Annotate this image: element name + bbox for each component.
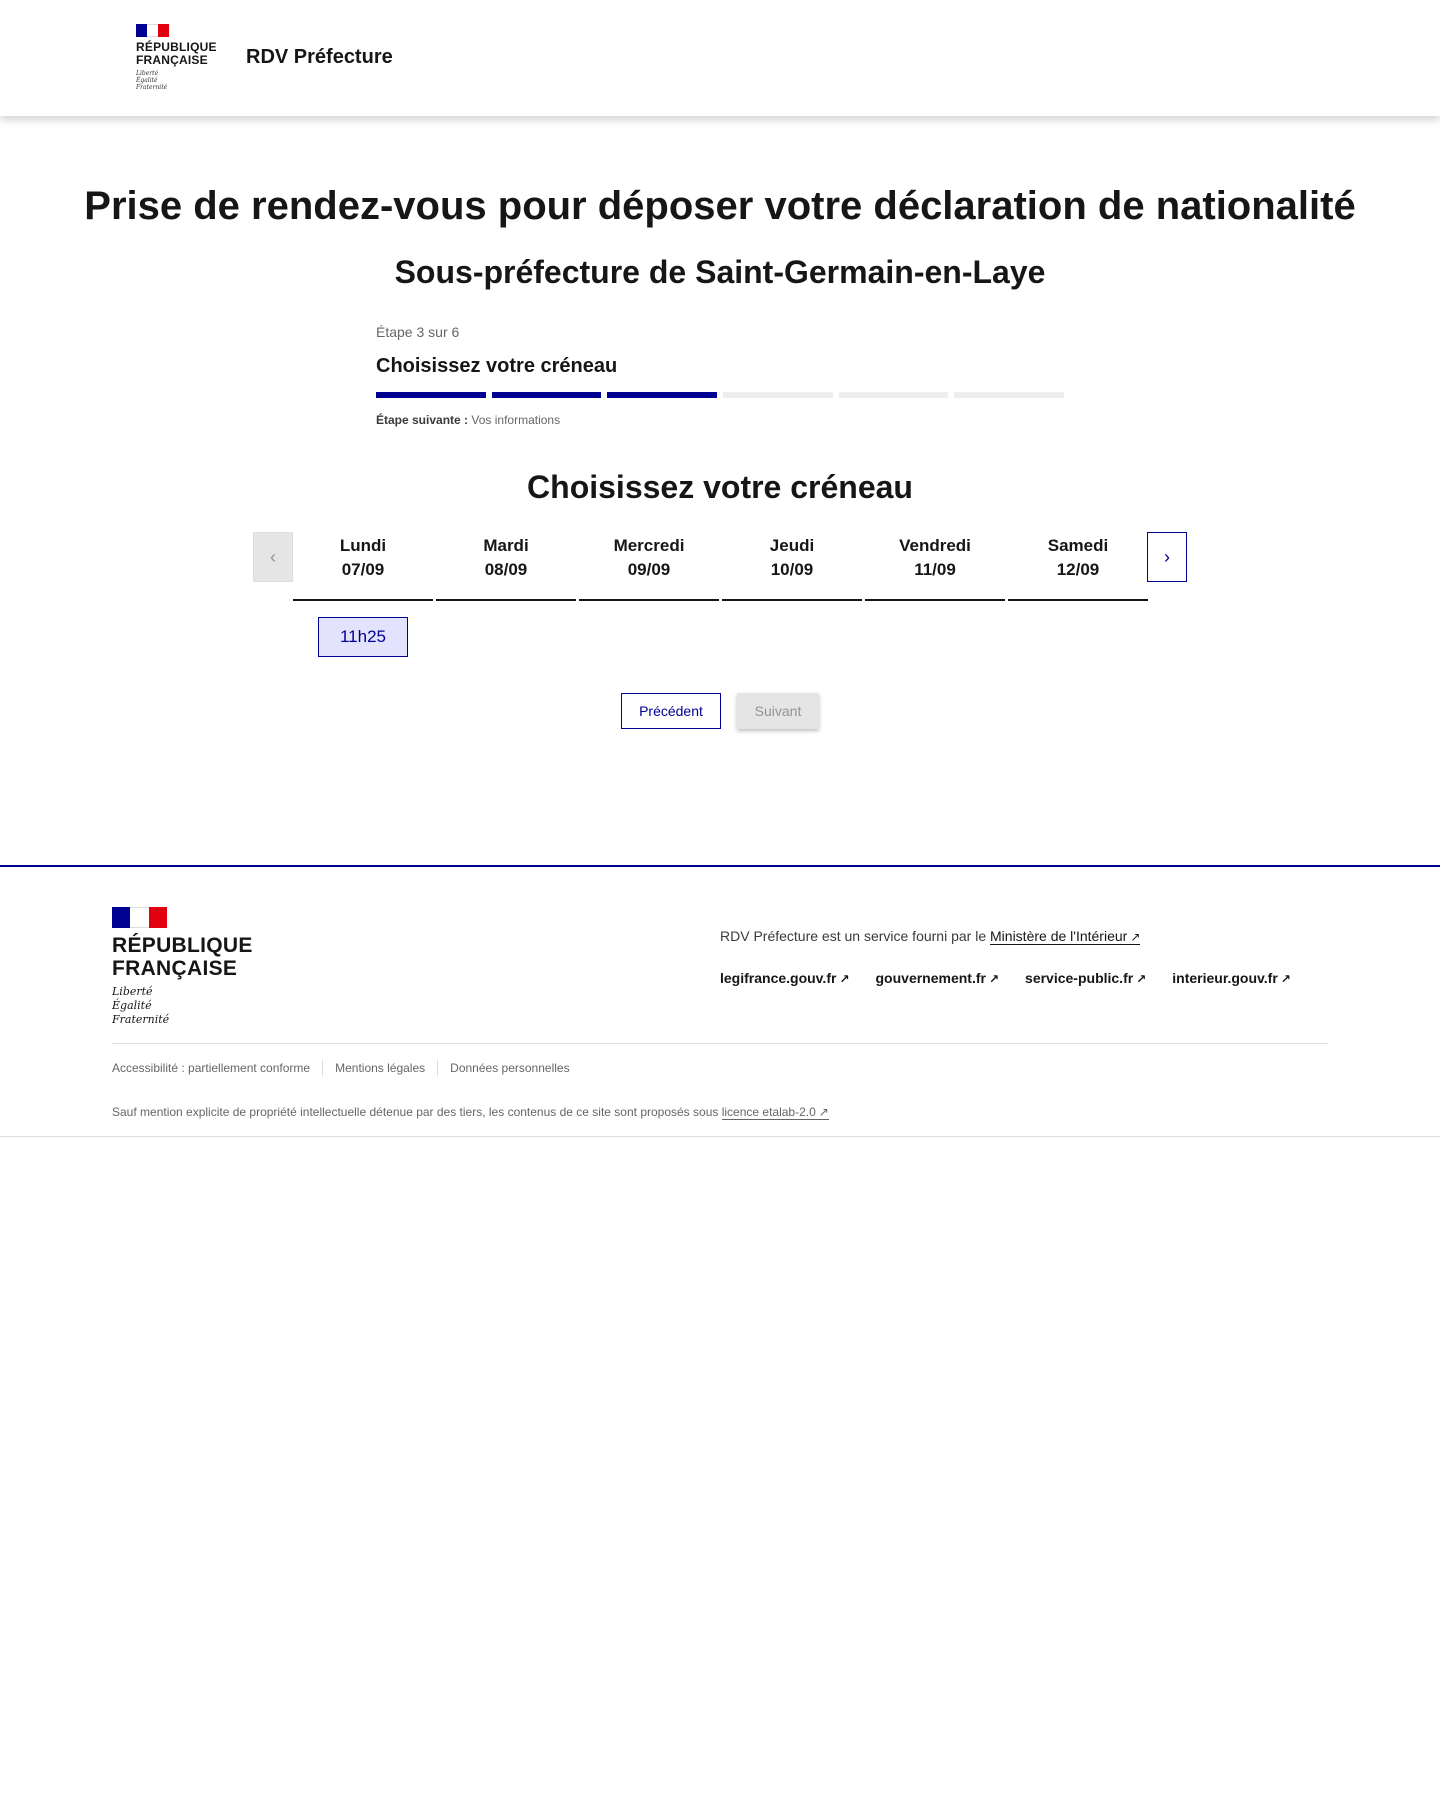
step-state: Étape 3 sur 6 [376,324,460,340]
devise-fraternite: Fraternité [112,1013,170,1026]
footer-desc-text: RDV Préfecture est un service fourni par… [720,928,987,944]
step-bar-3 [607,392,718,398]
license-text: Sauf mention explicite de propriété inte… [112,1105,719,1119]
footer-republique-logo[interactable]: RÉPUBLIQUE FRANÇAISE Liberté Égalité Fra… [112,907,253,1027]
footer-logo-line2: FRANÇAISE [112,957,238,980]
footer-link-label: legifrance.gouv.fr [720,970,837,986]
logo-line2: FRANÇAISE [136,53,208,67]
footer-divider [112,1043,1328,1044]
day-name: Vendredi [899,536,971,555]
external-link-icon: ↗ [839,972,850,986]
day-columns: Lundi 07/09 Mardi 08/09 Mercredi 09/09 J… [293,532,1148,601]
day-date: 08/09 [484,560,528,579]
day-date: 11/09 [914,560,956,579]
license-link[interactable]: licence etalab-2.0 ↗ [721,1105,829,1120]
external-link-icon: ↗ [1130,930,1141,944]
day-column-mardi: Mardi 08/09 [436,532,576,601]
footer-link-label: service-public.fr [1025,970,1134,986]
footer-link-legifrance[interactable]: legifrance.gouv.fr ↗ [720,970,850,986]
footer-logo-line1: RÉPUBLIQUE [112,934,253,957]
footer-links: legifrance.gouv.fr ↗ gouvernement.fr ↗ ser… [720,970,1291,986]
next-week-button[interactable]: › [1147,532,1187,582]
day-column-jeudi: Jeudi 10/09 [722,532,862,601]
time-slot-button[interactable]: 11h25 [318,617,408,657]
step-bar-6 [954,392,1065,398]
step-bar-2 [491,392,602,398]
day-date: 09/09 [627,560,671,579]
footer-license: Sauf mention explicite de propriété inte… [112,1105,829,1120]
step-bar-4 [723,392,833,398]
service-title[interactable]: RDV Préfecture [246,46,393,69]
marianne-flag-icon [112,907,167,928]
donnees-personnelles-link[interactable]: Données personnelles [437,1060,581,1076]
footer-link-interieur[interactable]: interieur.gouv.fr ↗ [1172,970,1291,986]
day-name: Jeudi [769,536,815,555]
step-title: Choisissez votre créneau [376,355,618,377]
footer-link-label: gouvernement.fr [875,970,986,986]
footer: RÉPUBLIQUE FRANÇAISE Liberté Égalité Fra… [0,865,1440,1137]
day-name: Samedi [1047,536,1109,555]
step-bar-1 [376,392,486,398]
slot-section-title: Choisissez votre créneau [527,469,913,505]
day-name: Mercredi [613,536,685,555]
previous-week-button[interactable]: ‹ [253,532,293,582]
devise-egalite: Égalité [112,999,152,1012]
republique-francaise-logo[interactable]: RÉPUBLIQUE FRANÇAISE Liberté Égalité Fra… [136,24,217,91]
devise-liberte: Liberté [136,70,159,77]
step-bar-5 [838,392,949,398]
ministere-link[interactable]: Ministère de l'Intérieur ↗ [990,928,1141,945]
day-name: Mardi [483,536,529,555]
day-column-vendredi: Vendredi 11/09 [865,532,1005,601]
devise: Liberté Égalité Fraternité [136,70,217,91]
stepper: Étape 3 sur 6 Choisissez votre créneau É… [376,322,1065,428]
footer-link-label: interieur.gouv.fr [1172,970,1278,986]
chevron-right-icon: › [1164,546,1170,567]
footer-logo-text: RÉPUBLIQUE FRANÇAISE [112,934,253,980]
header: RÉPUBLIQUE FRANÇAISE Liberté Égalité Fra… [0,0,1440,116]
day-name: Lundi [339,536,387,555]
day-date: 12/09 [1056,560,1100,579]
step-next-value: Vos informations [471,413,561,427]
marianne-flag-icon [136,24,169,37]
external-link-icon: ↗ [818,1105,829,1119]
license-link-label: licence etalab-2.0 [721,1105,816,1119]
page-title: Prise de rendez-vous pour déposer votre … [84,184,1356,228]
devise-egalite: Égalité [136,77,158,84]
day-column-mercredi: Mercredi 09/09 [579,532,719,601]
page-subtitle: Sous-préfecture de Saint-Germain-en-Laye [394,254,1046,290]
devise-fraternite: Fraternité [136,84,168,91]
mentions-legales-link[interactable]: Mentions légales [322,1060,437,1076]
chevron-left-icon: ‹ [270,546,276,567]
day-column-samedi: Samedi 12/09 [1008,532,1148,601]
footer-description: RDV Préfecture est un service fourni par… [720,928,1141,945]
accessibility-link[interactable]: Accessibilité : partiellement conforme [112,1060,322,1076]
previous-button[interactable]: Précédent [621,693,721,729]
devise-liberte: Liberté [112,985,153,998]
day-date: 10/09 [770,560,814,579]
step-next: Étape suivante : Vos informations [376,412,1064,428]
ministere-link-label: Ministère de l'Intérieur [990,928,1128,944]
day-date: 07/09 [341,560,385,579]
step-next-label: Étape suivante : [376,413,469,427]
external-link-icon: ↗ [988,972,1000,986]
footer-bottom-links: Accessibilité : partiellement conforme M… [112,1060,582,1076]
next-button-disabled[interactable]: Suivant [737,693,819,729]
step-progress [376,392,1065,398]
footer-devise: Liberté Égalité Fraternité [112,985,253,1027]
logo-text: RÉPUBLIQUE FRANÇAISE [136,41,217,67]
footer-link-gouvernement[interactable]: gouvernement.fr ↗ [876,970,1000,986]
external-link-icon: ↗ [1280,972,1291,986]
footer-link-service-public[interactable]: service-public.fr ↗ [1025,970,1146,986]
day-column-lundi: Lundi 07/09 [293,532,433,601]
external-link-icon: ↗ [1136,972,1147,986]
